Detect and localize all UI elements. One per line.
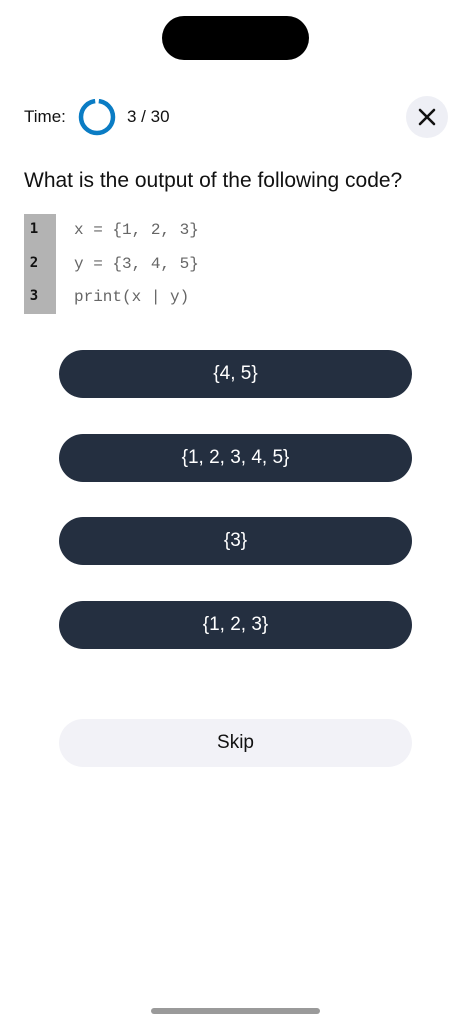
skip-button[interactable]: Skip [59, 719, 412, 767]
question-progress: 3 / 30 [127, 107, 170, 126]
close-button[interactable] [406, 96, 448, 138]
line-number: 3 [29, 288, 39, 304]
code-line: print(x | y) [74, 288, 190, 306]
answer-option-button[interactable]: {1, 2, 3} [59, 601, 412, 649]
dynamic-island [162, 16, 309, 60]
question-text: What is the output of the following code… [24, 169, 403, 192]
answer-option-button[interactable]: {3} [59, 517, 412, 565]
close-icon [418, 108, 436, 126]
answer-option-button[interactable]: {1, 2, 3, 4, 5} [59, 434, 412, 482]
quiz-header: Time: 3 / 30 [0, 95, 471, 139]
line-number: 1 [29, 221, 39, 237]
line-number: 2 [29, 255, 39, 271]
timer-ring-icon [78, 97, 116, 136]
quiz-screen: Time: 3 / 30 What is the output of the f… [0, 0, 471, 1024]
home-indicator[interactable] [151, 1008, 320, 1014]
time-label: Time: [24, 107, 66, 126]
code-line: x = {1, 2, 3} [74, 221, 199, 239]
code-line: y = {3, 4, 5} [74, 255, 199, 273]
code-block: 1 x = {1, 2, 3} 2 y = {3, 4, 5} 3 print(… [24, 214, 444, 314]
answer-option-button[interactable]: {4, 5} [59, 350, 412, 398]
